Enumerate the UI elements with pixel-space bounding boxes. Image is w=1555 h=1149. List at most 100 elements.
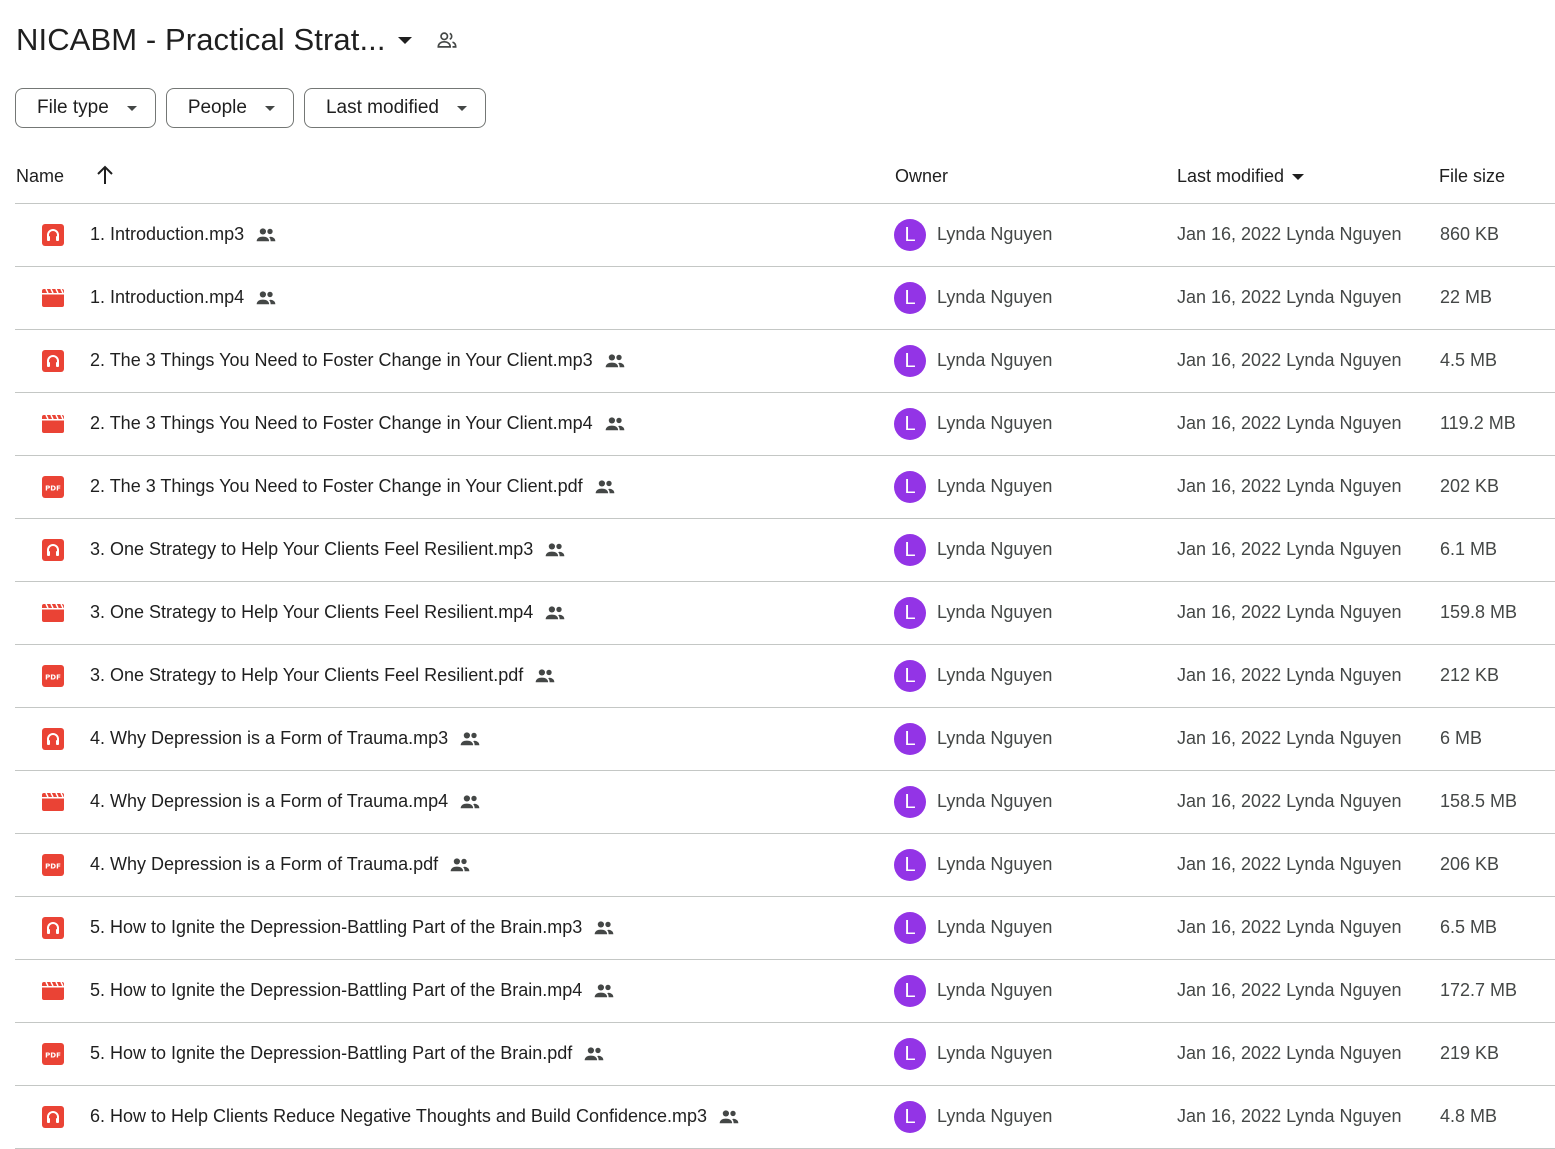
file-name-cell: 4. Why Depression is a Form of Trauma.mp… [90, 728, 481, 749]
file-row[interactable]: 5. How to Ignite the Depression-Battling… [15, 897, 1555, 960]
owner-name: Lynda Nguyen [937, 1043, 1053, 1063]
last-modified-value: Jan 16, 2022 Lynda Nguyen [1177, 413, 1402, 433]
file-row[interactable]: 4. Why Depression is a Form of Trauma.mp… [15, 708, 1555, 771]
owner-name: Lynda Nguyen [937, 917, 1053, 937]
file-row[interactable]: PDF 3. One Strategy to Help Your Clients … [15, 645, 1555, 708]
file-size-value: 212 KB [1440, 665, 1500, 685]
last-modified-value: Jan 16, 2022 Lynda Nguyen [1177, 350, 1402, 370]
file-size-value: 4.8 MB [1440, 1106, 1498, 1126]
file-size-value: 119.2 MB [1440, 413, 1516, 433]
video-file-icon [42, 791, 64, 813]
sort-ascending-arrow-icon[interactable] [95, 164, 115, 186]
filter-label: File type [37, 97, 109, 118]
file-type-filter[interactable]: File type [15, 88, 156, 128]
file-row[interactable]: PDF 5. How to Ignite the Depression-Battl… [15, 1023, 1555, 1086]
owner-avatar: L [894, 471, 926, 503]
file-name: 6. How to Help Clients Reduce Negative T… [90, 1106, 708, 1126]
last-modified-value: Jan 16, 2022 Lynda Nguyen [1177, 224, 1402, 244]
shared-icon [544, 605, 566, 621]
owner-avatar: L [894, 849, 926, 881]
file-name-cell: 1. Introduction.mp4 [90, 287, 277, 308]
owner-name: Lynda Nguyen [937, 1106, 1053, 1126]
file-name-cell: 5. How to Ignite the Depression-Battling… [90, 917, 615, 938]
file-name: 3. One Strategy to Help Your Clients Fee… [90, 539, 534, 559]
pdf-file-icon: PDF [42, 665, 64, 687]
chevron-down-icon [264, 105, 275, 111]
file-row[interactable]: 3. One Strategy to Help Your Clients Fee… [15, 582, 1555, 645]
owner-avatar: L [894, 660, 926, 692]
owner-avatar: L [894, 219, 926, 251]
file-row[interactable]: PDF 4. Why Depression is a Form of Trauma… [15, 834, 1555, 897]
owner-name: Lynda Nguyen [937, 791, 1053, 811]
last-modified-column-header[interactable]: Last modified [1177, 166, 1305, 187]
file-row[interactable]: PDF 2. The 3 Things You Need to Foster Ch… [15, 456, 1555, 519]
audio-file-icon [42, 539, 64, 561]
chevron-down-icon [457, 105, 467, 111]
file-row[interactable]: 2. The 3 Things You Need to Foster Chang… [15, 393, 1555, 456]
shared-icon [718, 1109, 740, 1125]
file-row[interactable]: 1. Introduction.mp3 L Lynda Nguyen Jan 16, … [15, 204, 1555, 267]
owner-name: Lynda Nguyen [937, 728, 1053, 748]
file-size-value: 159.8 MB [1440, 602, 1518, 622]
file-row[interactable]: 6. How to Help Clients Reduce Negative T… [15, 1086, 1555, 1149]
pdf-file-icon: PDF [42, 476, 64, 498]
shared-icon [255, 227, 277, 243]
file-row[interactable]: 2. The 3 Things You Need to Foster Chang… [15, 330, 1555, 393]
owner-avatar: L [894, 534, 926, 566]
owner-avatar: L [894, 282, 926, 314]
file-name: 3. One Strategy to Help Your Clients Fee… [90, 665, 524, 685]
file-size-value: 219 KB [1440, 1043, 1500, 1063]
audio-file-icon [42, 350, 64, 372]
video-file-icon [42, 413, 64, 435]
audio-file-icon [42, 917, 64, 939]
owner-column-header[interactable]: Owner [895, 166, 948, 187]
file-row[interactable]: 4. Why Depression is a Form of Trauma.mp… [15, 771, 1555, 834]
file-row[interactable]: 3. One Strategy to Help Your Clients Fee… [15, 519, 1555, 582]
filter-label: Last modified [325, 97, 439, 118]
video-file-icon [42, 602, 64, 624]
file-row[interactable]: 5. How to Ignite the Depression-Battling… [15, 960, 1555, 1023]
svg-text:PDF: PDF [45, 674, 61, 682]
owner-name: Lynda Nguyen [937, 287, 1053, 307]
last-modified-value: Jan 16, 2022 Lynda Nguyen [1177, 917, 1402, 937]
folder-title[interactable]: NICABM - Practical Strat... [16, 22, 386, 58]
name-column-header[interactable]: Name [16, 166, 64, 187]
owner-name: Lynda Nguyen [937, 539, 1053, 559]
file-size-value: 6 MB [1440, 728, 1483, 748]
last-modified-value: Jan 16, 2022 Lynda Nguyen [1177, 1043, 1402, 1063]
file-size-value: 6.5 MB [1440, 917, 1498, 937]
file-name: 1. Introduction.mp4 [90, 287, 245, 307]
owner-name: Lynda Nguyen [937, 413, 1053, 433]
last-modified-value: Jan 16, 2022 Lynda Nguyen [1177, 287, 1402, 307]
people-filter[interactable]: People [165, 88, 294, 128]
owner-name: Lynda Nguyen [937, 224, 1053, 244]
last-modified-value: Jan 16, 2022 Lynda Nguyen [1177, 791, 1402, 811]
file-name-cell: 2. The 3 Things You Need to Foster Chang… [90, 413, 626, 434]
last-modified-filter[interactable]: Last modified [303, 88, 486, 128]
audio-file-icon [42, 224, 64, 246]
shared-icon [459, 731, 481, 747]
file-size-value: 206 KB [1440, 854, 1500, 874]
owner-avatar: L [894, 786, 926, 818]
file-name-cell: 4. Why Depression is a Form of Trauma.pd… [90, 854, 471, 875]
folder-header: NICABM - Practical Strat... [16, 18, 458, 62]
owner-name: Lynda Nguyen [937, 476, 1053, 496]
file-size-column-header[interactable]: File size [1439, 166, 1505, 187]
owner-avatar: L [894, 408, 926, 440]
last-modified-value: Jan 16, 2022 Lynda Nguyen [1177, 539, 1402, 559]
folder-menu-caret-icon[interactable] [397, 36, 412, 44]
owner-avatar: L [894, 345, 926, 377]
file-name-cell: 1. Introduction.mp3 [90, 224, 277, 245]
shared-icon [593, 920, 615, 936]
video-file-icon [42, 980, 64, 1002]
file-name-cell: 2. The 3 Things You Need to Foster Chang… [90, 350, 626, 371]
last-modified-value: Jan 16, 2022 Lynda Nguyen [1177, 854, 1402, 874]
shared-icon [593, 983, 615, 999]
owner-name: Lynda Nguyen [937, 980, 1053, 1000]
file-name: 5. How to Ignite the Depression-Battling… [90, 980, 583, 1000]
last-modified-value: Jan 16, 2022 Lynda Nguyen [1177, 980, 1402, 1000]
chevron-down-icon [126, 105, 137, 111]
pdf-file-icon: PDF [42, 1043, 64, 1065]
shared-folder-icon[interactable] [436, 29, 458, 51]
file-row[interactable]: 1. Introduction.mp4 L Lynda Nguyen Jan 16, … [15, 267, 1555, 330]
